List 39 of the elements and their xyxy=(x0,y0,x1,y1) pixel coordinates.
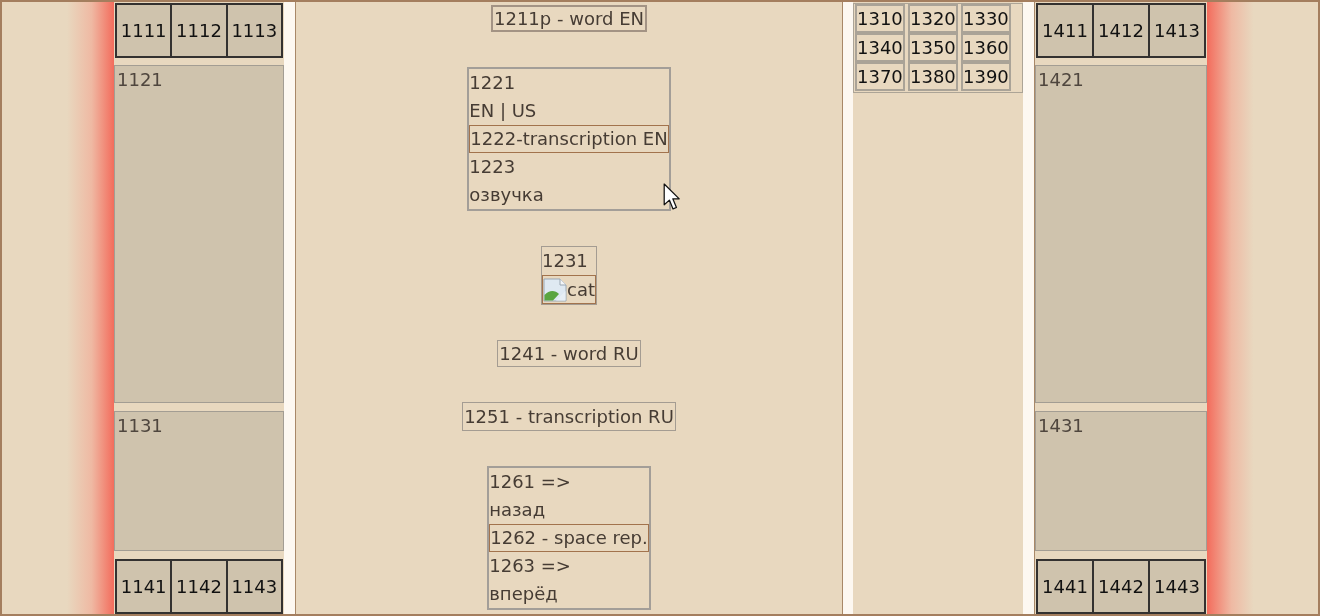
broken-image-icon xyxy=(543,277,567,302)
forward-button[interactable]: 1263 => вперёд xyxy=(489,552,649,608)
number-tile: 1411 xyxy=(1036,3,1094,58)
number-tile: 1141 xyxy=(115,559,173,614)
grid-cell: 1330 xyxy=(961,4,1011,33)
english-word: 1211p - word EN xyxy=(491,5,647,32)
grid-cell: 1340 xyxy=(855,33,905,62)
russian-word: 1241 - word RU xyxy=(497,340,641,367)
number-tile: 1442 xyxy=(1094,559,1150,614)
english-transcription: 1222-transcription EN xyxy=(469,125,669,153)
grid-cell: 1390 xyxy=(961,62,1011,91)
content-panel: 1421 xyxy=(1035,65,1207,403)
image-alt-text: cat xyxy=(567,278,595,302)
pronunciation-label: 1221 xyxy=(469,71,517,95)
number-tile: 1443 xyxy=(1150,559,1206,614)
grid-cell: 1360 xyxy=(961,33,1011,62)
number-tile: 1412 xyxy=(1094,3,1150,58)
number-tile: 1111 xyxy=(115,3,173,58)
grid-cell: 1370 xyxy=(855,62,905,91)
spaced-repetition-button[interactable]: 1262 - space rep. xyxy=(489,524,649,552)
mouse-pointer-icon xyxy=(663,183,682,211)
russian-transcription: 1251 - transcription RU xyxy=(462,402,676,431)
grid-cell: 1350 xyxy=(908,33,958,62)
grid-cell: 1380 xyxy=(908,62,958,91)
number-tile: 1143 xyxy=(227,559,283,614)
content-panel: 1431 xyxy=(1035,411,1207,551)
audio-button[interactable]: 1223 озвучка xyxy=(469,153,669,209)
number-tile: 1142 xyxy=(172,559,228,614)
picture-label: 1231 xyxy=(542,249,589,273)
grid-cell: 1320 xyxy=(908,4,958,33)
grid-cell: 1310 xyxy=(855,4,905,33)
content-panel: 1121 xyxy=(114,65,284,403)
number-tile: 1413 xyxy=(1150,3,1206,58)
number-tile: 1112 xyxy=(172,3,228,58)
content-panel: 1131 xyxy=(114,411,284,551)
accent-label: EN | US xyxy=(469,99,538,123)
back-button[interactable]: 1261 => назад xyxy=(489,468,649,524)
number-tile: 1441 xyxy=(1036,559,1094,614)
number-tile: 1113 xyxy=(227,3,283,58)
